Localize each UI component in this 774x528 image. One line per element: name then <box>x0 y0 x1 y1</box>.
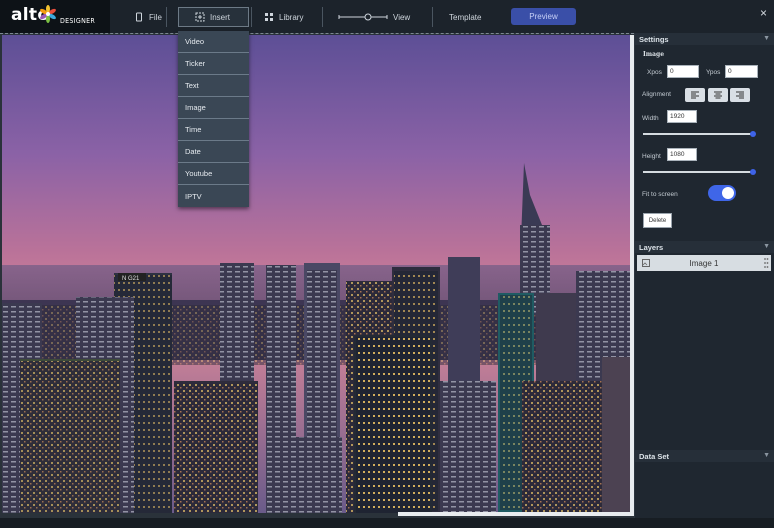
menu-divider <box>166 7 167 27</box>
menu-divider <box>322 7 323 27</box>
menu-insert-label: Insert <box>210 12 231 22</box>
brand-logo: alto DESIGNER <box>0 0 110 33</box>
insert-item-image[interactable]: Image <box>178 97 249 119</box>
brand-flower-icon <box>40 5 56 23</box>
alignment-label: Alignment <box>642 91 671 98</box>
canvas-bottom-strip <box>0 518 774 528</box>
height-label: Height <box>642 153 661 160</box>
layer-item-name: Image 1 <box>689 258 719 268</box>
insert-item-iptv[interactable]: IPTV <box>178 185 249 207</box>
layers-header[interactable]: Layers ▼ <box>635 241 774 253</box>
settings-header-label: Settings <box>639 34 669 44</box>
menu-view-label: View <box>393 12 411 22</box>
drag-handle-icon[interactable] <box>763 257 769 269</box>
toggle-knob <box>722 187 734 199</box>
align-left-button[interactable] <box>685 88 705 102</box>
close-icon[interactable]: × <box>760 6 767 20</box>
menu-divider <box>251 7 252 27</box>
chevron-down-icon[interactable]: ▼ <box>763 35 770 42</box>
width-input[interactable]: 1920 <box>667 110 697 123</box>
app-window: alto DESIGNER File Insert Library View T… <box>0 0 774 528</box>
city-skyline-image: N G21 <box>2 35 630 513</box>
canvas-horizontal-scrollbar[interactable] <box>398 512 634 516</box>
delete-button[interactable]: Delete <box>643 213 672 228</box>
insert-item-youtube[interactable]: Youtube <box>178 163 249 185</box>
height-input[interactable]: 1080 <box>667 148 697 161</box>
properties-panel: Settings ▼ Image Xpos 0 Ypos 0 Alignment… <box>634 33 774 518</box>
brand-subtitle: DESIGNER <box>60 17 96 25</box>
height-slider-knob[interactable] <box>750 169 756 175</box>
menu-file[interactable]: File <box>134 8 162 26</box>
align-center-icon <box>714 91 722 99</box>
settings-element-title: Image <box>643 51 665 58</box>
xpos-input[interactable]: 0 <box>667 65 699 78</box>
menu-file-label: File <box>149 12 162 22</box>
svg-text:N G21: N G21 <box>122 276 140 282</box>
width-slider-knob[interactable] <box>750 131 756 137</box>
top-toolbar: alto DESIGNER File Insert Library View T… <box>0 0 774 33</box>
insert-icon <box>195 12 205 22</box>
design-canvas[interactable]: N G21 <box>0 33 634 518</box>
align-right-icon <box>736 91 744 99</box>
menu-insert[interactable]: Insert <box>195 8 230 26</box>
ypos-label: Ypos <box>706 69 721 76</box>
view-slider-icon[interactable] <box>338 12 388 22</box>
menu-view[interactable]: View <box>338 8 410 26</box>
ypos-input[interactable]: 0 <box>725 65 758 78</box>
insert-dropdown-menu: Video Ticker Text Image Time Date Youtub… <box>178 31 249 207</box>
insert-item-time[interactable]: Time <box>178 119 249 141</box>
width-slider-track[interactable] <box>643 133 753 135</box>
menu-divider <box>432 7 433 27</box>
chevron-down-icon[interactable]: ▼ <box>763 243 770 250</box>
dataset-header[interactable]: Data Set ▼ <box>635 450 774 462</box>
height-slider-track[interactable] <box>643 171 753 173</box>
menu-template-label: Template <box>449 12 482 22</box>
xpos-label: Xpos <box>647 69 662 76</box>
menu-library[interactable]: Library <box>264 8 303 26</box>
library-icon <box>265 13 273 21</box>
align-left-icon <box>691 91 699 99</box>
layers-header-label: Layers <box>639 242 664 252</box>
align-right-button[interactable] <box>730 88 750 102</box>
insert-item-text[interactable]: Text <box>178 75 249 97</box>
align-center-button[interactable] <box>708 88 728 102</box>
width-label: Width <box>642 115 659 122</box>
preview-button[interactable]: Preview <box>511 8 576 25</box>
fit-to-screen-label: Fit to screen <box>642 191 678 198</box>
insert-item-date[interactable]: Date <box>178 141 249 163</box>
chevron-down-icon[interactable]: ▼ <box>763 452 770 459</box>
menu-library-label: Library <box>279 12 304 22</box>
settings-header[interactable]: Settings ▼ <box>635 33 774 45</box>
layer-item[interactable]: Image 1 <box>637 255 771 271</box>
dataset-header-label: Data Set <box>639 451 670 461</box>
insert-item-ticker[interactable]: Ticker <box>178 53 249 75</box>
insert-item-video[interactable]: Video <box>178 31 249 53</box>
fit-to-screen-toggle[interactable] <box>708 185 736 201</box>
canvas-image-element[interactable]: N G21 <box>2 35 630 513</box>
menu-template[interactable]: Template <box>449 8 481 26</box>
file-icon <box>136 12 142 22</box>
